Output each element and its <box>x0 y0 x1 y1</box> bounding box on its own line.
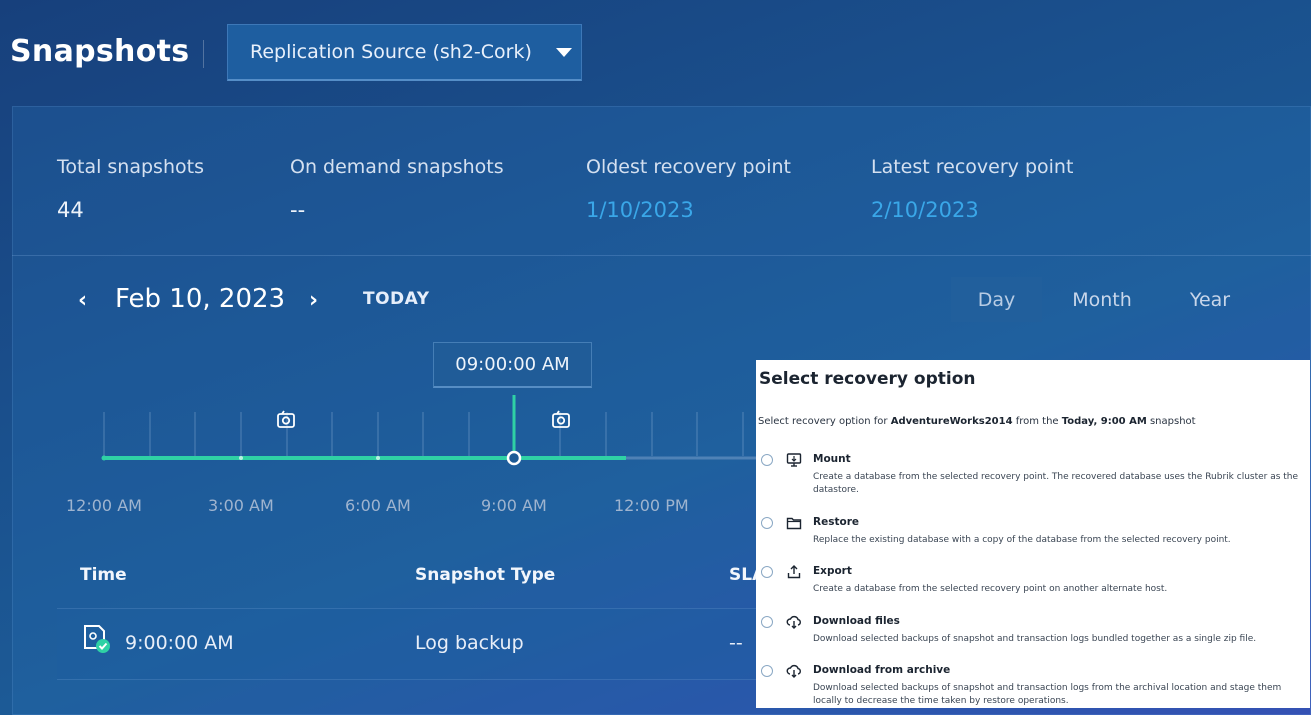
option-description: Create a database from the selected reco… <box>813 472 1299 495</box>
column-header-snapshot-type[interactable]: Snapshot Type <box>415 565 555 585</box>
stat-total-snapshots-label: Total snapshots <box>57 156 204 178</box>
title-divider <box>203 40 204 68</box>
camera-icon <box>552 410 570 428</box>
row-sla: -- <box>729 632 743 654</box>
range-day-button[interactable]: Day <box>951 277 1042 322</box>
option-name: Mount <box>813 453 851 465</box>
next-date-button[interactable]: › <box>309 288 318 313</box>
cloud-download-icon <box>786 615 801 629</box>
prev-date-button[interactable]: ‹ <box>78 288 87 313</box>
stat-latest-recovery-link[interactable]: 2/10/2023 <box>871 198 979 222</box>
folder-icon <box>786 517 802 530</box>
column-header-time[interactable]: Time <box>80 565 127 585</box>
download-files-radio[interactable] <box>761 616 773 628</box>
option-description: Replace the existing database with a cop… <box>813 535 1231 545</box>
mount-radio[interactable] <box>761 454 773 466</box>
dialog-title: Select recovery option <box>759 369 976 389</box>
cloud-download-icon <box>786 664 801 678</box>
snapshot-name: Today, 9:00 AM <box>1061 416 1147 427</box>
option-description: Download selected backups of snapshot an… <box>813 683 1282 706</box>
source-select-label: Replication Source (sh2-Cork) <box>250 41 532 63</box>
stat-total-snapshots-value: 44 <box>57 198 84 222</box>
camera-icon <box>277 410 295 428</box>
page-title: Snapshots <box>10 34 190 69</box>
selected-time-tooltip: 09:00:00 AM <box>433 342 592 388</box>
row-snapshot-type: Log backup <box>415 632 524 654</box>
timeline-tick-label: 12:00 PM <box>614 496 689 515</box>
database-name: AdventureWorks2014 <box>890 416 1013 427</box>
timeline-selected-marker <box>506 450 522 466</box>
snapshot-verified-icon <box>84 625 110 653</box>
timeline-tick-label: 3:00 AM <box>208 496 274 515</box>
option-description: Create a database from the selected reco… <box>813 584 1168 594</box>
restore-radio[interactable] <box>761 517 773 529</box>
timeline-chart[interactable] <box>60 390 760 490</box>
stat-on-demand-label: On demand snapshots <box>290 156 504 178</box>
timeline-tick-label: 9:00 AM <box>481 496 547 515</box>
stats-divider <box>12 255 1311 256</box>
today-button[interactable]: TODAY <box>363 289 430 309</box>
option-name: Download files <box>813 615 900 627</box>
caret-down-icon <box>555 47 572 57</box>
row-time: 9:00:00 AM <box>125 632 234 654</box>
option-name: Export <box>813 565 852 577</box>
range-month-button[interactable]: Month <box>1057 277 1147 322</box>
dialog-subtitle: Select recovery option for AdventureWork… <box>758 416 1196 427</box>
timeline-tick-label: 12:00 AM <box>66 496 142 515</box>
option-description: Download selected backups of snapshot an… <box>813 634 1257 644</box>
option-name: Download from archive <box>813 664 951 676</box>
range-year-button[interactable]: Year <box>1170 277 1250 322</box>
timeline-tick-label: 6:00 AM <box>345 496 411 515</box>
option-name: Restore <box>813 516 859 528</box>
recovery-option-dialog: Select recovery option Select recovery o… <box>756 360 1310 708</box>
monitor-icon <box>786 453 802 467</box>
stat-on-demand-value: -- <box>290 198 306 222</box>
stat-latest-recovery-label: Latest recovery point <box>871 156 1074 178</box>
stat-oldest-recovery-link[interactable]: 1/10/2023 <box>586 198 694 222</box>
current-date: Feb 10, 2023 <box>115 284 286 314</box>
export-icon <box>787 565 801 579</box>
download-archive-radio[interactable] <box>761 665 773 677</box>
replication-source-dropdown[interactable]: Replication Source (sh2-Cork) <box>227 24 582 81</box>
stat-oldest-recovery-label: Oldest recovery point <box>586 156 792 178</box>
export-radio[interactable] <box>761 566 773 578</box>
